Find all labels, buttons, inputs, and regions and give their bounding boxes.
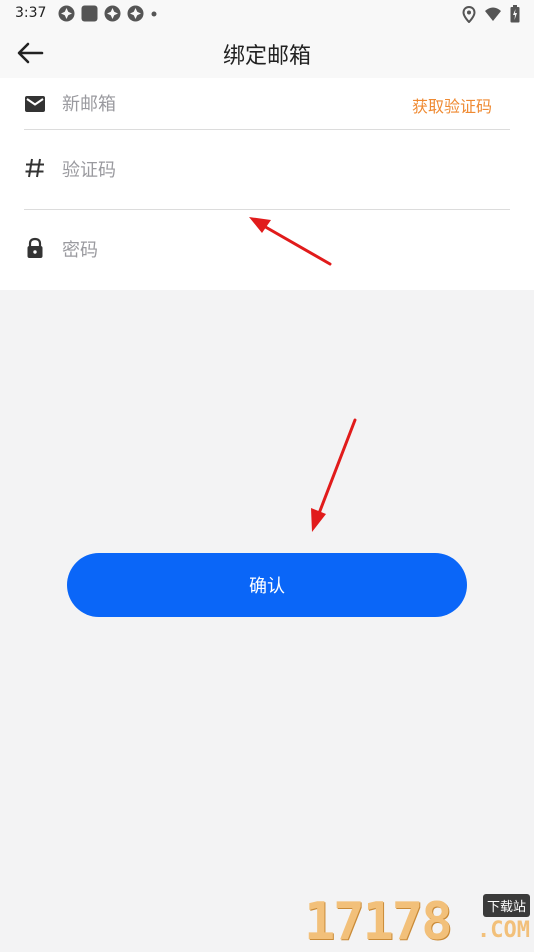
verification-code-input[interactable]: [62, 158, 382, 182]
watermark-domain: .COM: [477, 918, 530, 943]
email-input[interactable]: [62, 92, 382, 116]
code-row: [24, 130, 510, 210]
watermark-digits: 17178: [304, 892, 453, 952]
password-row: [24, 210, 510, 290]
mail-icon: [24, 93, 46, 115]
email-row: 获取验证码: [24, 78, 510, 130]
hash-icon: [24, 157, 46, 179]
status-bar: 3:37: [0, 0, 534, 28]
notification-icon: [104, 5, 121, 22]
dot-icon: [150, 5, 158, 22]
status-time: 3:37: [15, 5, 47, 21]
app-notification-icon: [81, 5, 98, 22]
status-system-icons: [462, 5, 520, 27]
password-input[interactable]: [62, 238, 382, 262]
status-notification-icons: [58, 5, 158, 22]
get-code-button[interactable]: 获取验证码: [412, 93, 492, 117]
lock-icon: [24, 237, 46, 259]
confirm-button[interactable]: 确认: [67, 553, 467, 617]
page-title: 绑定邮箱: [222, 44, 311, 69]
site-watermark: 17178 下载站 .COM: [304, 890, 530, 952]
app-bar: 绑定邮箱: [0, 28, 534, 78]
notification-icon: [58, 5, 75, 22]
watermark-tag: 下载站: [482, 894, 530, 917]
wifi-icon: [484, 6, 502, 27]
location-icon: [462, 5, 476, 27]
bind-email-form: 获取验证码: [0, 78, 534, 290]
notification-icon: [127, 5, 144, 22]
battery-icon: [510, 5, 520, 27]
annotation-arrow-lower: [311, 418, 357, 532]
